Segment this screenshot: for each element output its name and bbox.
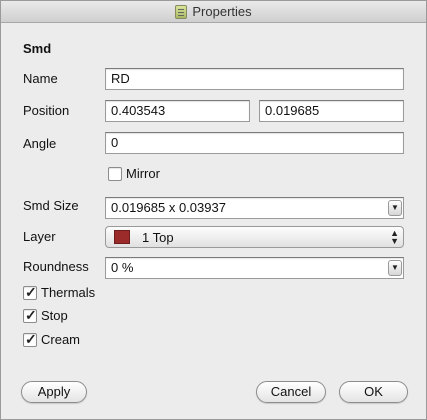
window-title: Properties — [192, 4, 252, 19]
layer-color-swatch — [114, 230, 130, 244]
chevron-down-icon[interactable]: ▼ — [388, 200, 402, 216]
section-heading: Smd — [23, 41, 52, 56]
angle-label: Angle — [23, 136, 57, 151]
smd-size-label: Smd Size — [23, 198, 79, 213]
layer-value: 1 Top — [142, 229, 174, 245]
thermals-label: Thermals — [41, 285, 96, 300]
position-y-field[interactable]: 0.019685 — [259, 100, 404, 122]
angle-field[interactable]: 0 — [105, 132, 404, 154]
document-icon — [175, 4, 188, 19]
updown-arrows-icon: ▲ ▼ — [390, 228, 399, 246]
cream-option[interactable]: Cream — [23, 332, 80, 347]
cancel-button[interactable]: Cancel — [256, 381, 326, 403]
properties-dialog: Properties Smd Name RD Position 0.403543… — [0, 0, 427, 420]
apply-button[interactable]: Apply — [21, 381, 87, 403]
name-label: Name — [23, 71, 58, 86]
layer-label: Layer — [23, 229, 56, 244]
chevron-down-icon[interactable]: ▼ — [388, 260, 402, 276]
cream-label: Cream — [41, 332, 81, 347]
layer-popup[interactable]: 1 Top ▲ ▼ — [105, 226, 404, 248]
stop-checkbox[interactable] — [23, 308, 37, 323]
roundness-value: 0 % — [111, 260, 134, 275]
smd-size-combo[interactable]: 0.019685 x 0.03937 ▼ — [105, 197, 404, 219]
name-field[interactable]: RD — [105, 68, 404, 90]
position-x-field[interactable]: 0.403543 — [105, 100, 250, 122]
roundness-combo[interactable]: 0 % ▼ — [105, 257, 404, 279]
mirror-checkbox[interactable] — [108, 166, 122, 181]
stop-label: Stop — [41, 308, 68, 323]
thermals-option[interactable]: Thermals — [23, 285, 95, 300]
thermals-checkbox[interactable] — [23, 285, 37, 300]
mirror-label: Mirror — [126, 166, 160, 181]
smd-size-value: 0.019685 x 0.03937 — [111, 200, 226, 215]
ok-button[interactable]: OK — [339, 381, 408, 403]
stop-option[interactable]: Stop — [23, 308, 68, 323]
roundness-label: Roundness — [23, 259, 89, 274]
title-bar[interactable]: Properties — [1, 1, 426, 23]
cream-checkbox[interactable] — [23, 332, 37, 347]
position-label: Position — [23, 103, 70, 118]
mirror-option[interactable]: Mirror — [108, 166, 160, 181]
